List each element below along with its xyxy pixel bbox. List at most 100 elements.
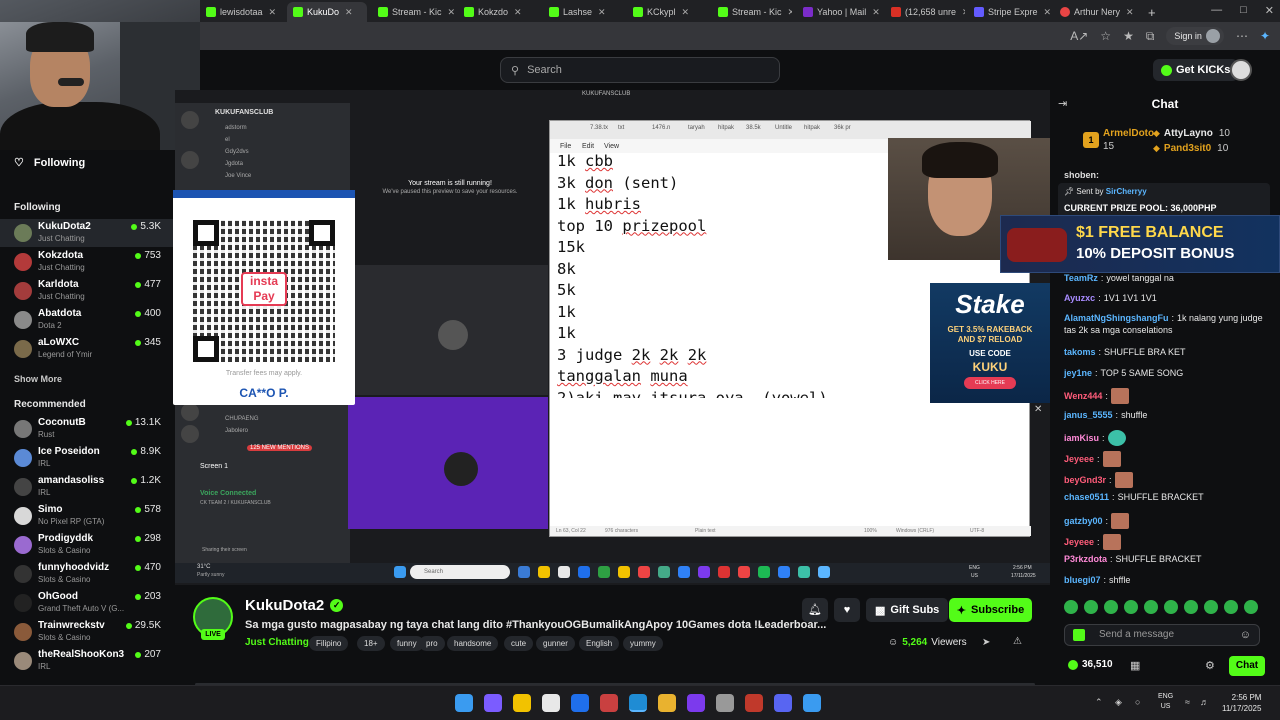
stream-tag[interactable]: English bbox=[579, 636, 620, 651]
sidebar-channel[interactable]: theRealShooKon3 IRL 207 bbox=[0, 647, 175, 675]
language-indicator[interactable]: ENG US bbox=[1158, 692, 1173, 712]
tray-chevron-icon[interactable]: ⌃ bbox=[1095, 697, 1103, 708]
taskbar-app-icon[interactable] bbox=[629, 694, 647, 712]
taskbar-app-icon[interactable] bbox=[542, 694, 560, 712]
taskbar-app-icon[interactable] bbox=[774, 694, 792, 712]
browser-tab[interactable]: Stream - Kic ✕ bbox=[712, 2, 792, 22]
sidebar-channel[interactable]: Trainwreckstv Slots & Casino 29.5K bbox=[0, 618, 175, 646]
emote-icon[interactable] bbox=[1184, 600, 1198, 614]
emoji-icon[interactable]: ☺ bbox=[1240, 625, 1251, 645]
wifi-icon[interactable]: ≈ bbox=[1185, 697, 1190, 707]
browser-tab[interactable]: Stripe Expre ✕ bbox=[968, 2, 1050, 22]
stream-tag[interactable]: gunner bbox=[536, 636, 575, 651]
close-tab-icon[interactable]: ✕ bbox=[872, 7, 880, 18]
following-header[interactable]: ♡ Following bbox=[14, 156, 85, 170]
sidebar-channel[interactable]: CoconutB Rust 13.1K bbox=[0, 415, 175, 443]
emote-icon[interactable] bbox=[1244, 600, 1258, 614]
stream-tag[interactable]: pro bbox=[419, 636, 445, 651]
close-tab-icon[interactable]: ✕ bbox=[682, 7, 690, 18]
taskbar-app-icon[interactable] bbox=[455, 694, 473, 712]
browser-tab[interactable]: (12,658 unre ✕ bbox=[885, 2, 965, 22]
browser-tab[interactable]: Arthur Nery ✕ bbox=[1054, 2, 1138, 22]
emote-icon[interactable] bbox=[1144, 600, 1158, 614]
browser-tab[interactable]: lewisdotaa ✕ bbox=[200, 2, 282, 22]
close-tab-icon[interactable]: ✕ bbox=[1126, 7, 1134, 18]
read-aloud-icon[interactable]: A↗ bbox=[1070, 29, 1088, 43]
browser-tab[interactable]: Lashse ✕ bbox=[543, 2, 623, 22]
taskbar-app-icon[interactable] bbox=[803, 694, 821, 712]
emote-icon[interactable] bbox=[1064, 600, 1078, 614]
emote-bar[interactable] bbox=[1064, 600, 1274, 616]
close-tab-icon[interactable]: ✕ bbox=[345, 7, 353, 18]
taskbar-app-icon[interactable] bbox=[687, 694, 705, 712]
close-tab-icon[interactable]: ✕ bbox=[1044, 7, 1050, 18]
sign-in-button[interactable]: Sign in bbox=[1166, 27, 1224, 45]
sidebar-channel[interactable]: aLoWXC Legend of Ymir 345 bbox=[0, 335, 175, 363]
sidebar-channel[interactable]: Prodigyddk Slots & Casino 298 bbox=[0, 531, 175, 559]
chat-username[interactable]: Jeyeee bbox=[1064, 537, 1094, 547]
chevron-down-icon[interactable]: ⌄ bbox=[756, 619, 764, 630]
taskbar-app-icon[interactable] bbox=[658, 694, 676, 712]
chat-username[interactable]: beyGnd3r bbox=[1064, 475, 1106, 485]
leaderboard-icon[interactable]: ▦ bbox=[1130, 659, 1140, 672]
notifications-button[interactable]: 🔔︎ bbox=[802, 598, 828, 622]
sidebar-channel[interactable]: Kokzdota Just Chatting 753 bbox=[0, 248, 175, 276]
close-tab-icon[interactable]: ✕ bbox=[788, 7, 792, 18]
chat-username[interactable]: gatzby00 bbox=[1064, 516, 1103, 526]
minimize-icon[interactable]: — bbox=[1211, 4, 1222, 17]
sidebar-channel[interactable]: amandasoliss IRL 1.2K bbox=[0, 473, 175, 501]
user-avatar[interactable] bbox=[1230, 59, 1252, 81]
send-chat-button[interactable]: Chat bbox=[1229, 656, 1265, 676]
chat-username[interactable]: iamKisu bbox=[1064, 433, 1099, 443]
stream-tag[interactable]: 18+ bbox=[357, 636, 385, 651]
chat-username[interactable]: janus_5555 bbox=[1064, 410, 1113, 420]
close-tab-icon[interactable]: ✕ bbox=[962, 7, 965, 18]
streamer-name[interactable]: KukuDota2 ✓ bbox=[245, 597, 344, 614]
copilot-icon[interactable]: ✦ bbox=[1260, 29, 1270, 43]
share-icon[interactable]: ➤ bbox=[982, 637, 990, 648]
close-window-icon[interactable]: ✕ bbox=[1265, 4, 1274, 17]
browser-tab[interactable]: Kokzdo ✕ bbox=[458, 2, 538, 22]
close-tab-icon[interactable]: ✕ bbox=[598, 7, 606, 18]
volume-icon[interactable]: ♬ bbox=[1200, 697, 1209, 707]
stream-tag[interactable]: cute bbox=[504, 636, 534, 651]
close-tab-icon[interactable]: ✕ bbox=[448, 7, 454, 18]
restore-icon[interactable]: □ bbox=[1240, 4, 1247, 17]
more-menu-icon[interactable]: ⋯ bbox=[1236, 29, 1248, 43]
emote-icon[interactable] bbox=[1084, 600, 1098, 614]
taskbar-app-icon[interactable] bbox=[513, 694, 531, 712]
gift-subs-button[interactable]: ▩ Gift Subs bbox=[866, 598, 949, 622]
chat-username[interactable]: TeamRz bbox=[1064, 273, 1098, 283]
chat-username[interactable]: jey1ne bbox=[1064, 368, 1092, 378]
sidebar-channel[interactable]: funnyhoodvidz Slots & Casino 470 bbox=[0, 560, 175, 588]
system-clock[interactable]: 2:56 PM 11/17/2025 bbox=[1222, 692, 1261, 714]
chat-username[interactable]: Jeyeee bbox=[1064, 454, 1094, 464]
subscribe-button[interactable]: ✦ Subscribe bbox=[949, 598, 1032, 622]
sidebar-channel[interactable]: Simo No Pixel RP (GTA) 578 bbox=[0, 502, 175, 530]
chat-username[interactable]: Wenz444 bbox=[1064, 391, 1102, 401]
emote-icon[interactable] bbox=[1224, 600, 1238, 614]
top-gifter[interactable]: ◆ AttyLayno 10 bbox=[1153, 128, 1230, 139]
chat-username[interactable]: P3rkzdota bbox=[1064, 554, 1107, 564]
pinned-message[interactable]: 📌︎ Sent by SirCherryy CURRENT PRIZE POOL… bbox=[1058, 183, 1270, 219]
stream-category[interactable]: Just Chatting bbox=[245, 637, 309, 648]
taskbar-app-icon[interactable] bbox=[716, 694, 734, 712]
browser-tab[interactable]: KCkypl ✕ bbox=[627, 2, 707, 22]
sidebar-channel[interactable]: Abatdota Dota 2 400 bbox=[0, 306, 175, 334]
sidebar-channel[interactable]: KukuDota2 Just Chatting 5.3K bbox=[0, 219, 175, 247]
collections-icon[interactable]: ⧉ bbox=[1146, 29, 1155, 44]
emote-icon[interactable] bbox=[1164, 600, 1178, 614]
taskbar-app-icon[interactable] bbox=[484, 694, 502, 712]
taskbar-app-icon[interactable] bbox=[571, 694, 589, 712]
chat-username[interactable]: chase0511 bbox=[1064, 492, 1109, 502]
sidebar-channel[interactable]: OhGood Grand Theft Auto V (G... 203 bbox=[0, 589, 175, 617]
sidebar-channel[interactable]: Ice Poseidon IRL 8.9K bbox=[0, 444, 175, 472]
new-tab-button[interactable]: + bbox=[1142, 2, 1162, 22]
stream-tag[interactable]: yummy bbox=[623, 636, 663, 651]
show-more-link[interactable]: Show More bbox=[14, 374, 62, 384]
report-icon[interactable]: ⚠ bbox=[1013, 636, 1022, 647]
close-tab-icon[interactable]: ✕ bbox=[269, 7, 277, 18]
browser-tab[interactable]: Yahoo | Mail ✕ bbox=[797, 2, 881, 22]
taskbar-app-icon[interactable] bbox=[600, 694, 618, 712]
stake-ad[interactable]: Stake GET 3.5% RAKEBACK AND $7 RELOAD US… bbox=[930, 283, 1050, 403]
